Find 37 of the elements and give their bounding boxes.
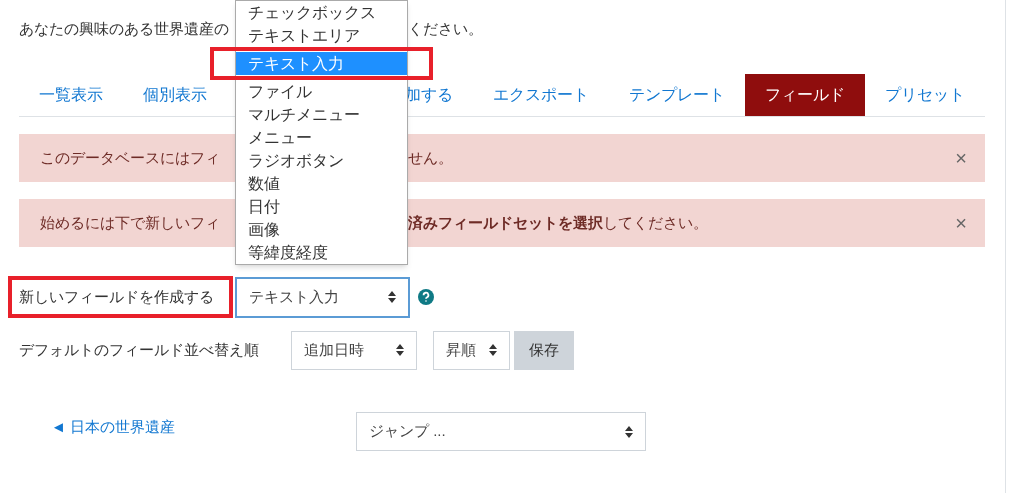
- sort-field-select[interactable]: 追加日時: [291, 330, 417, 370]
- tab[interactable]: フィールド: [745, 74, 865, 116]
- menu-option[interactable]: マルチメニュー: [236, 103, 407, 126]
- alert-text: 済みフィールドセットを選択してください。: [408, 212, 709, 233]
- intro-text: あなたの興味のある世界遺産の: [19, 19, 230, 39]
- updown-caret-icon: [388, 291, 396, 303]
- tab[interactable]: プリセット: [865, 74, 985, 116]
- field-label: 新しいフィールドを作成する: [19, 286, 214, 307]
- menu-option[interactable]: 等緯度経度: [236, 241, 407, 264]
- alert-text: 始めるには下で新しいフィ: [40, 212, 221, 233]
- sort-order-select[interactable]: 昇順: [433, 330, 510, 370]
- menu-option[interactable]: ファイル: [236, 80, 407, 103]
- tab[interactable]: エクスポート: [473, 74, 609, 116]
- menu-option[interactable]: 日付: [236, 195, 407, 218]
- updown-caret-icon: [625, 425, 633, 438]
- menu-option[interactable]: ラジオボタン: [236, 149, 407, 172]
- close-button[interactable]: ×: [955, 208, 967, 238]
- alert-text: このデータベースにはフィ: [40, 147, 221, 168]
- save-button[interactable]: 保存: [514, 330, 574, 370]
- back-link[interactable]: ◄ 日本の世界遺産: [51, 416, 356, 439]
- field-type-select[interactable]: テキスト入力: [235, 276, 410, 318]
- menu-option[interactable]: チェックボックス: [236, 1, 407, 24]
- close-button[interactable]: ×: [955, 143, 967, 173]
- tab[interactable]: 個別表示: [123, 74, 227, 116]
- menu-option[interactable]: メニュー: [236, 126, 407, 149]
- tab[interactable]: 一覧表示: [19, 74, 123, 116]
- updown-caret-icon: [396, 344, 404, 356]
- updown-caret-icon: [489, 344, 497, 356]
- jump-select[interactable]: ジャンプ ...: [356, 412, 646, 451]
- sort-label: デフォルトのフィールド並べ替え順: [19, 339, 260, 360]
- alert-text: せん。: [408, 147, 454, 168]
- help-icon[interactable]: [418, 289, 434, 305]
- tab[interactable]: テンプレート: [609, 74, 745, 116]
- menu-option[interactable]: テキストエリア: [236, 24, 407, 47]
- menu-option[interactable]: 画像: [236, 218, 407, 241]
- menu-option[interactable]: 数値: [236, 172, 407, 195]
- intro-text: ください。: [408, 19, 483, 39]
